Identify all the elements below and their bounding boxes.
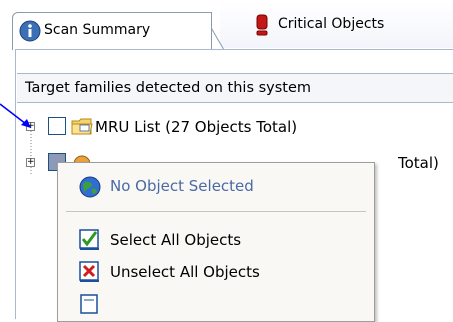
menu-separator: [66, 211, 366, 212]
tree-item-label-tail: Total): [398, 154, 439, 172]
expand-icon[interactable]: +: [26, 158, 35, 167]
tab-critical-objects[interactable]: Critical Objects: [220, 2, 453, 48]
tab-strip: Critical Objects Scan Summary: [0, 0, 453, 50]
folder-icon: [71, 118, 93, 135]
annotation-arrow: [0, 103, 31, 128]
checkbox-checked-icon: [79, 229, 99, 250]
checkbox-x-icon: [79, 261, 99, 282]
panel-header-label: Target families detected on this system: [25, 80, 312, 96]
exclamation-icon: [256, 14, 268, 36]
unselect-all-objects-label: Unselect All Objects: [110, 263, 260, 281]
tab-scan-summary[interactable]: Scan Summary: [12, 12, 212, 50]
panel-header: Target families detected on this system: [17, 73, 453, 103]
menu-header-no-selection: No Object Selected: [66, 171, 366, 201]
document-icon: [80, 294, 98, 314]
menu-header-label: No Object Selected: [110, 177, 254, 195]
tab-critical-objects-label: Critical Objects: [278, 16, 385, 32]
tree-item[interactable]: + MRU List (27 Objects Total): [26, 114, 446, 140]
menu-item-partial[interactable]: [66, 289, 366, 319]
item-checkbox[interactable]: [48, 117, 66, 135]
globe-icon: [79, 176, 101, 198]
info-icon: [19, 20, 41, 42]
context-menu: No Object Selected Select All Objects Un…: [57, 162, 375, 322]
select-all-objects-label: Select All Objects: [110, 231, 242, 249]
tree-item-label: MRU List (27 Objects Total): [95, 118, 298, 136]
select-all-objects-item[interactable]: Select All Objects: [66, 225, 366, 255]
unselect-all-objects-item[interactable]: Unselect All Objects: [66, 257, 366, 287]
tab-scan-summary-label: Scan Summary: [44, 22, 151, 38]
